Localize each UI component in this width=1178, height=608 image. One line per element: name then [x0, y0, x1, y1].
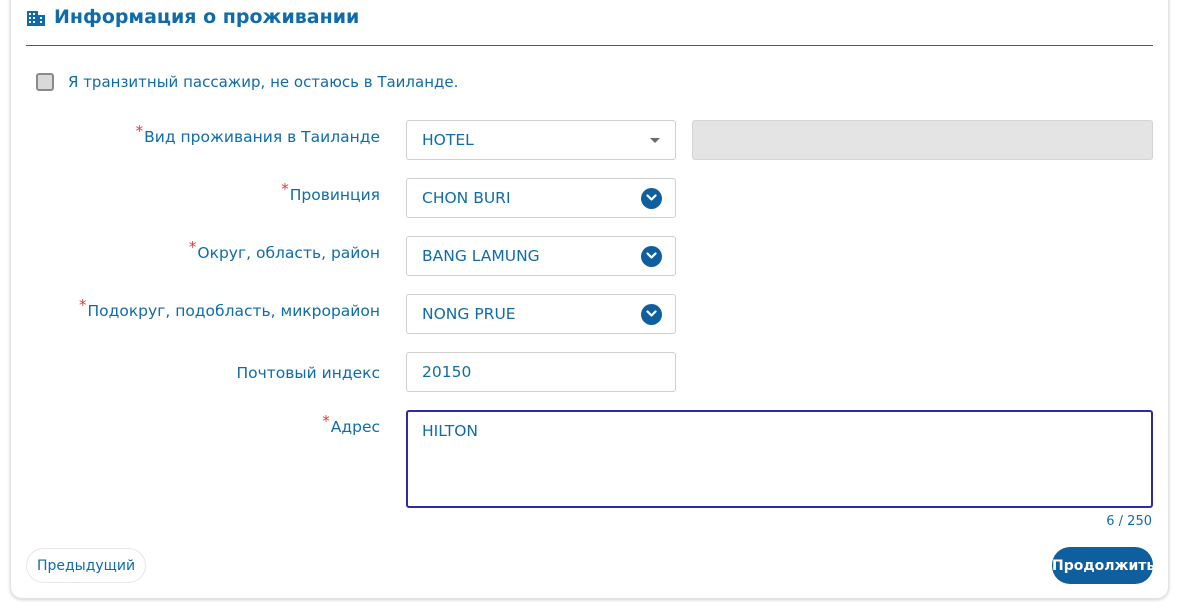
- province-select[interactable]: CHON BURI: [406, 178, 676, 218]
- address-label: *Адрес: [322, 412, 380, 436]
- postal-code-input[interactable]: 20150: [406, 352, 676, 392]
- section-header: Информация о проживании: [26, 4, 359, 30]
- required-mark: *: [78, 296, 87, 314]
- address-char-counter: 6 / 250: [1106, 514, 1152, 529]
- transit-checkbox[interactable]: [36, 73, 54, 91]
- province-label: *Провинция: [281, 180, 380, 204]
- building-icon: [27, 11, 45, 26]
- subdistrict-label: *Подокруг, подобласть, микрорайон: [78, 296, 380, 320]
- postal-code-label: Почтовый индекс: [236, 364, 380, 382]
- accommodation-type-select[interactable]: HOTEL: [406, 120, 676, 160]
- chevron-down-icon[interactable]: [641, 245, 662, 267]
- accommodation-type-value: HOTEL: [422, 131, 474, 149]
- address-textarea[interactable]: HILTON: [406, 410, 1153, 508]
- caret-down-icon: [650, 137, 660, 143]
- accommodation-type-label: *Вид проживания в Таиланде: [135, 122, 380, 146]
- accommodation-other-field: [692, 120, 1153, 160]
- required-mark: *: [281, 180, 289, 198]
- transit-label: Я транзитный пассажир, не остаюсь в Таил…: [68, 73, 459, 91]
- subdistrict-value: NONG PRUE: [422, 305, 516, 323]
- continue-button[interactable]: Продолжить: [1052, 547, 1155, 584]
- required-mark: *: [135, 122, 144, 140]
- section-title: Информация о проживании: [54, 6, 360, 28]
- postal-code-value: 20150: [422, 363, 472, 381]
- required-mark: *: [188, 238, 197, 256]
- previous-button[interactable]: Предыдущий: [26, 548, 146, 583]
- chevron-down-icon[interactable]: [641, 187, 662, 209]
- chevron-down-icon[interactable]: [641, 303, 662, 325]
- transit-passenger-option[interactable]: Я транзитный пассажир, не остаюсь в Таил…: [36, 73, 458, 91]
- header-divider: [26, 45, 1153, 46]
- required-mark: *: [322, 412, 330, 430]
- district-label: *Округ, область, район: [188, 238, 380, 262]
- province-value: CHON BURI: [422, 189, 511, 207]
- subdistrict-select[interactable]: NONG PRUE: [406, 294, 676, 334]
- district-select[interactable]: BANG LAMUNG: [406, 236, 676, 276]
- district-value: BANG LAMUNG: [422, 247, 540, 265]
